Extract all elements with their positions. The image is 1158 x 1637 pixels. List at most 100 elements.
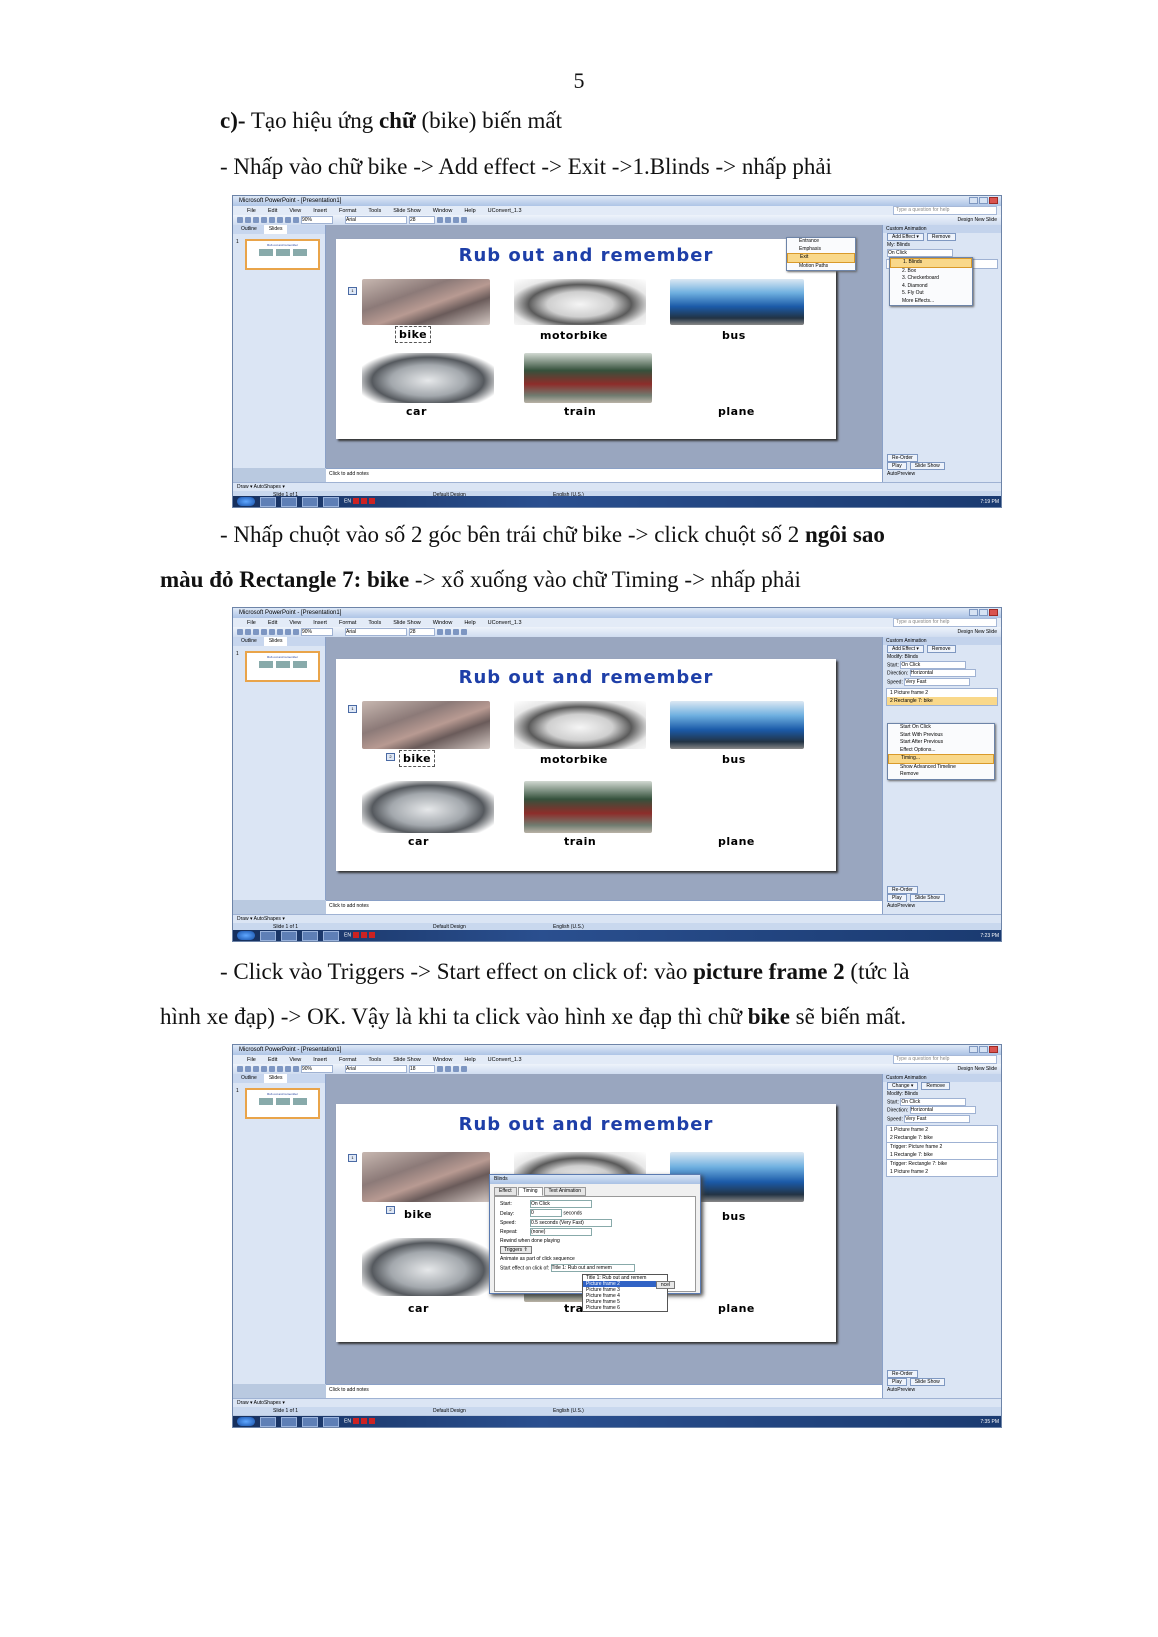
align-icon[interactable]	[461, 217, 467, 223]
new-icon[interactable]	[237, 1066, 243, 1072]
label-bus[interactable]: bus	[722, 329, 746, 342]
zoom-select[interactable]: 90%	[301, 1065, 333, 1073]
animation-item-2[interactable]: 2 Rectangle 7: bike	[887, 1134, 997, 1142]
paste-icon[interactable]	[285, 217, 291, 223]
label-car[interactable]: car	[408, 835, 429, 848]
tab-outline[interactable]: Outline	[236, 1074, 262, 1083]
menu-format[interactable]: Format	[339, 1057, 356, 1063]
slideshow-button[interactable]: Slide Show	[909, 1378, 945, 1386]
ctx-timing[interactable]: Timing...	[888, 754, 994, 764]
change-button[interactable]: Change ▾	[887, 1082, 919, 1090]
animate-sequence-radio[interactable]: Animate as part of click sequence	[500, 1255, 690, 1264]
align-icon[interactable]	[461, 629, 467, 635]
exit-box[interactable]: 2. Box	[890, 268, 972, 276]
label-plane[interactable]: plane	[718, 405, 755, 418]
paste-icon[interactable]	[285, 1066, 291, 1072]
exit-fly-out[interactable]: 5. Fly Out	[890, 290, 972, 298]
open-icon[interactable]	[245, 217, 251, 223]
remove-button[interactable]: Remove	[926, 233, 956, 241]
label-bike[interactable]: bike	[398, 750, 436, 767]
tab-slides[interactable]: Slides	[263, 1074, 288, 1083]
underline-icon[interactable]	[453, 629, 459, 635]
notes-pane[interactable]: Click to add notes	[326, 900, 884, 914]
taskbar-app-icon[interactable]	[260, 1416, 276, 1427]
minimize-icon[interactable]	[969, 609, 978, 616]
menu-help[interactable]: Help	[464, 208, 475, 214]
menu-tools[interactable]: Tools	[368, 620, 381, 626]
taskbar-app-icon[interactable]	[281, 1416, 297, 1427]
start-on-click-radio[interactable]: Start effect on click of:	[500, 1266, 549, 1272]
taskbar-app-icon[interactable]	[260, 496, 276, 507]
animation-item-2[interactable]: 2 Rectangle 7: bike	[887, 696, 997, 705]
start-button[interactable]	[237, 497, 255, 506]
label-car[interactable]: car	[408, 1302, 429, 1315]
trigger-object-select[interactable]: Title 1: Rub out and remem	[550, 1264, 635, 1273]
car-picture[interactable]	[362, 781, 494, 833]
menu-slideshow[interactable]: Slide Show	[393, 620, 421, 626]
triggers-button[interactable]: Triggers ⇑	[500, 1246, 532, 1255]
reorder-button[interactable]: Re-Order	[887, 1370, 918, 1378]
label-train[interactable]: train	[564, 835, 596, 848]
menu-help[interactable]: Help	[464, 620, 475, 626]
slideshow-button[interactable]: Slide Show	[909, 462, 945, 470]
help-search-input[interactable]: Type a question for help	[893, 1055, 997, 1064]
label-motorbike[interactable]: motorbike	[540, 753, 608, 766]
delay-input[interactable]: 0	[530, 1209, 562, 1218]
maximize-icon[interactable]	[979, 197, 988, 204]
minimize-icon[interactable]	[969, 1046, 978, 1053]
label-bike[interactable]: bike	[404, 1208, 432, 1221]
italic-icon[interactable]	[445, 1066, 451, 1072]
notes-pane[interactable]: Click to add notes	[326, 1384, 884, 1398]
remove-button[interactable]: Remove	[921, 1082, 951, 1090]
autopreview-checkbox[interactable]: AutoPreview	[883, 470, 1001, 478]
menu-uconvert[interactable]: UConvert_1.3	[488, 620, 522, 626]
exit-blinds[interactable]: 1. Blinds	[890, 258, 972, 268]
font-select[interactable]: Arial	[345, 216, 407, 224]
slide-title[interactable]: Rub out and remember	[336, 1114, 836, 1135]
label-plane[interactable]: plane	[718, 1302, 755, 1315]
slide-title[interactable]: Rub out and remember	[336, 245, 836, 266]
train-picture[interactable]	[524, 353, 652, 403]
print-icon[interactable]	[261, 629, 267, 635]
exit-more-effects[interactable]: More Effects...	[890, 298, 972, 306]
ctx-start-with-previous[interactable]: Start With Previous	[888, 732, 994, 740]
car-picture[interactable]	[362, 353, 494, 403]
menu-exit[interactable]: Exit	[787, 253, 855, 263]
menu-format[interactable]: Format	[339, 620, 356, 626]
menu-window[interactable]: Window	[433, 620, 453, 626]
help-search-input[interactable]: Type a question for help	[893, 206, 997, 215]
bike-picture[interactable]	[362, 279, 490, 325]
trigger-item-1[interactable]: 1 Rectangle 7: bike	[887, 1151, 997, 1159]
design-button[interactable]: Design New Slide	[958, 629, 997, 635]
save-icon[interactable]	[253, 217, 259, 223]
draw-toolbar[interactable]: Draw ▾ AutoShapes ▾	[233, 482, 1001, 491]
taskbar-app-icon[interactable]	[302, 930, 318, 941]
animation-tag-2[interactable]: 2	[386, 753, 395, 761]
taskbar-app-icon[interactable]	[260, 930, 276, 941]
menu-help[interactable]: Help	[464, 1057, 475, 1063]
ctx-start-after-previous[interactable]: Start After Previous	[888, 739, 994, 747]
tab-timing[interactable]: Timing	[517, 1187, 543, 1196]
bus-picture[interactable]	[670, 701, 804, 749]
menu-tools[interactable]: Tools	[368, 208, 381, 214]
open-icon[interactable]	[245, 629, 251, 635]
menu-uconvert[interactable]: UConvert_1.3	[488, 208, 522, 214]
autopreview-checkbox[interactable]: AutoPreview	[883, 1386, 1001, 1394]
taskbar-app-icon[interactable]	[323, 930, 339, 941]
menu-slideshow[interactable]: Slide Show	[393, 1057, 421, 1063]
menu-insert[interactable]: Insert	[313, 1057, 327, 1063]
dropdown-picture-frame-6[interactable]: Picture frame 6	[583, 1305, 667, 1311]
speed-select[interactable]: Very Fast	[904, 677, 971, 686]
draw-toolbar[interactable]: Draw ▾ AutoShapes ▾	[233, 914, 1001, 923]
animation-tag-2[interactable]: 2	[386, 1206, 395, 1214]
remove-button[interactable]: Remove	[926, 645, 956, 653]
underline-icon[interactable]	[453, 217, 459, 223]
animation-tag-1[interactable]: 1	[348, 1154, 357, 1162]
play-button[interactable]: Play	[887, 894, 907, 902]
play-button[interactable]: Play	[887, 462, 907, 470]
undo-icon[interactable]	[293, 629, 299, 635]
motorbike-picture[interactable]	[514, 279, 646, 325]
menu-tools[interactable]: Tools	[368, 1057, 381, 1063]
cut-icon[interactable]	[269, 217, 275, 223]
open-icon[interactable]	[245, 1066, 251, 1072]
